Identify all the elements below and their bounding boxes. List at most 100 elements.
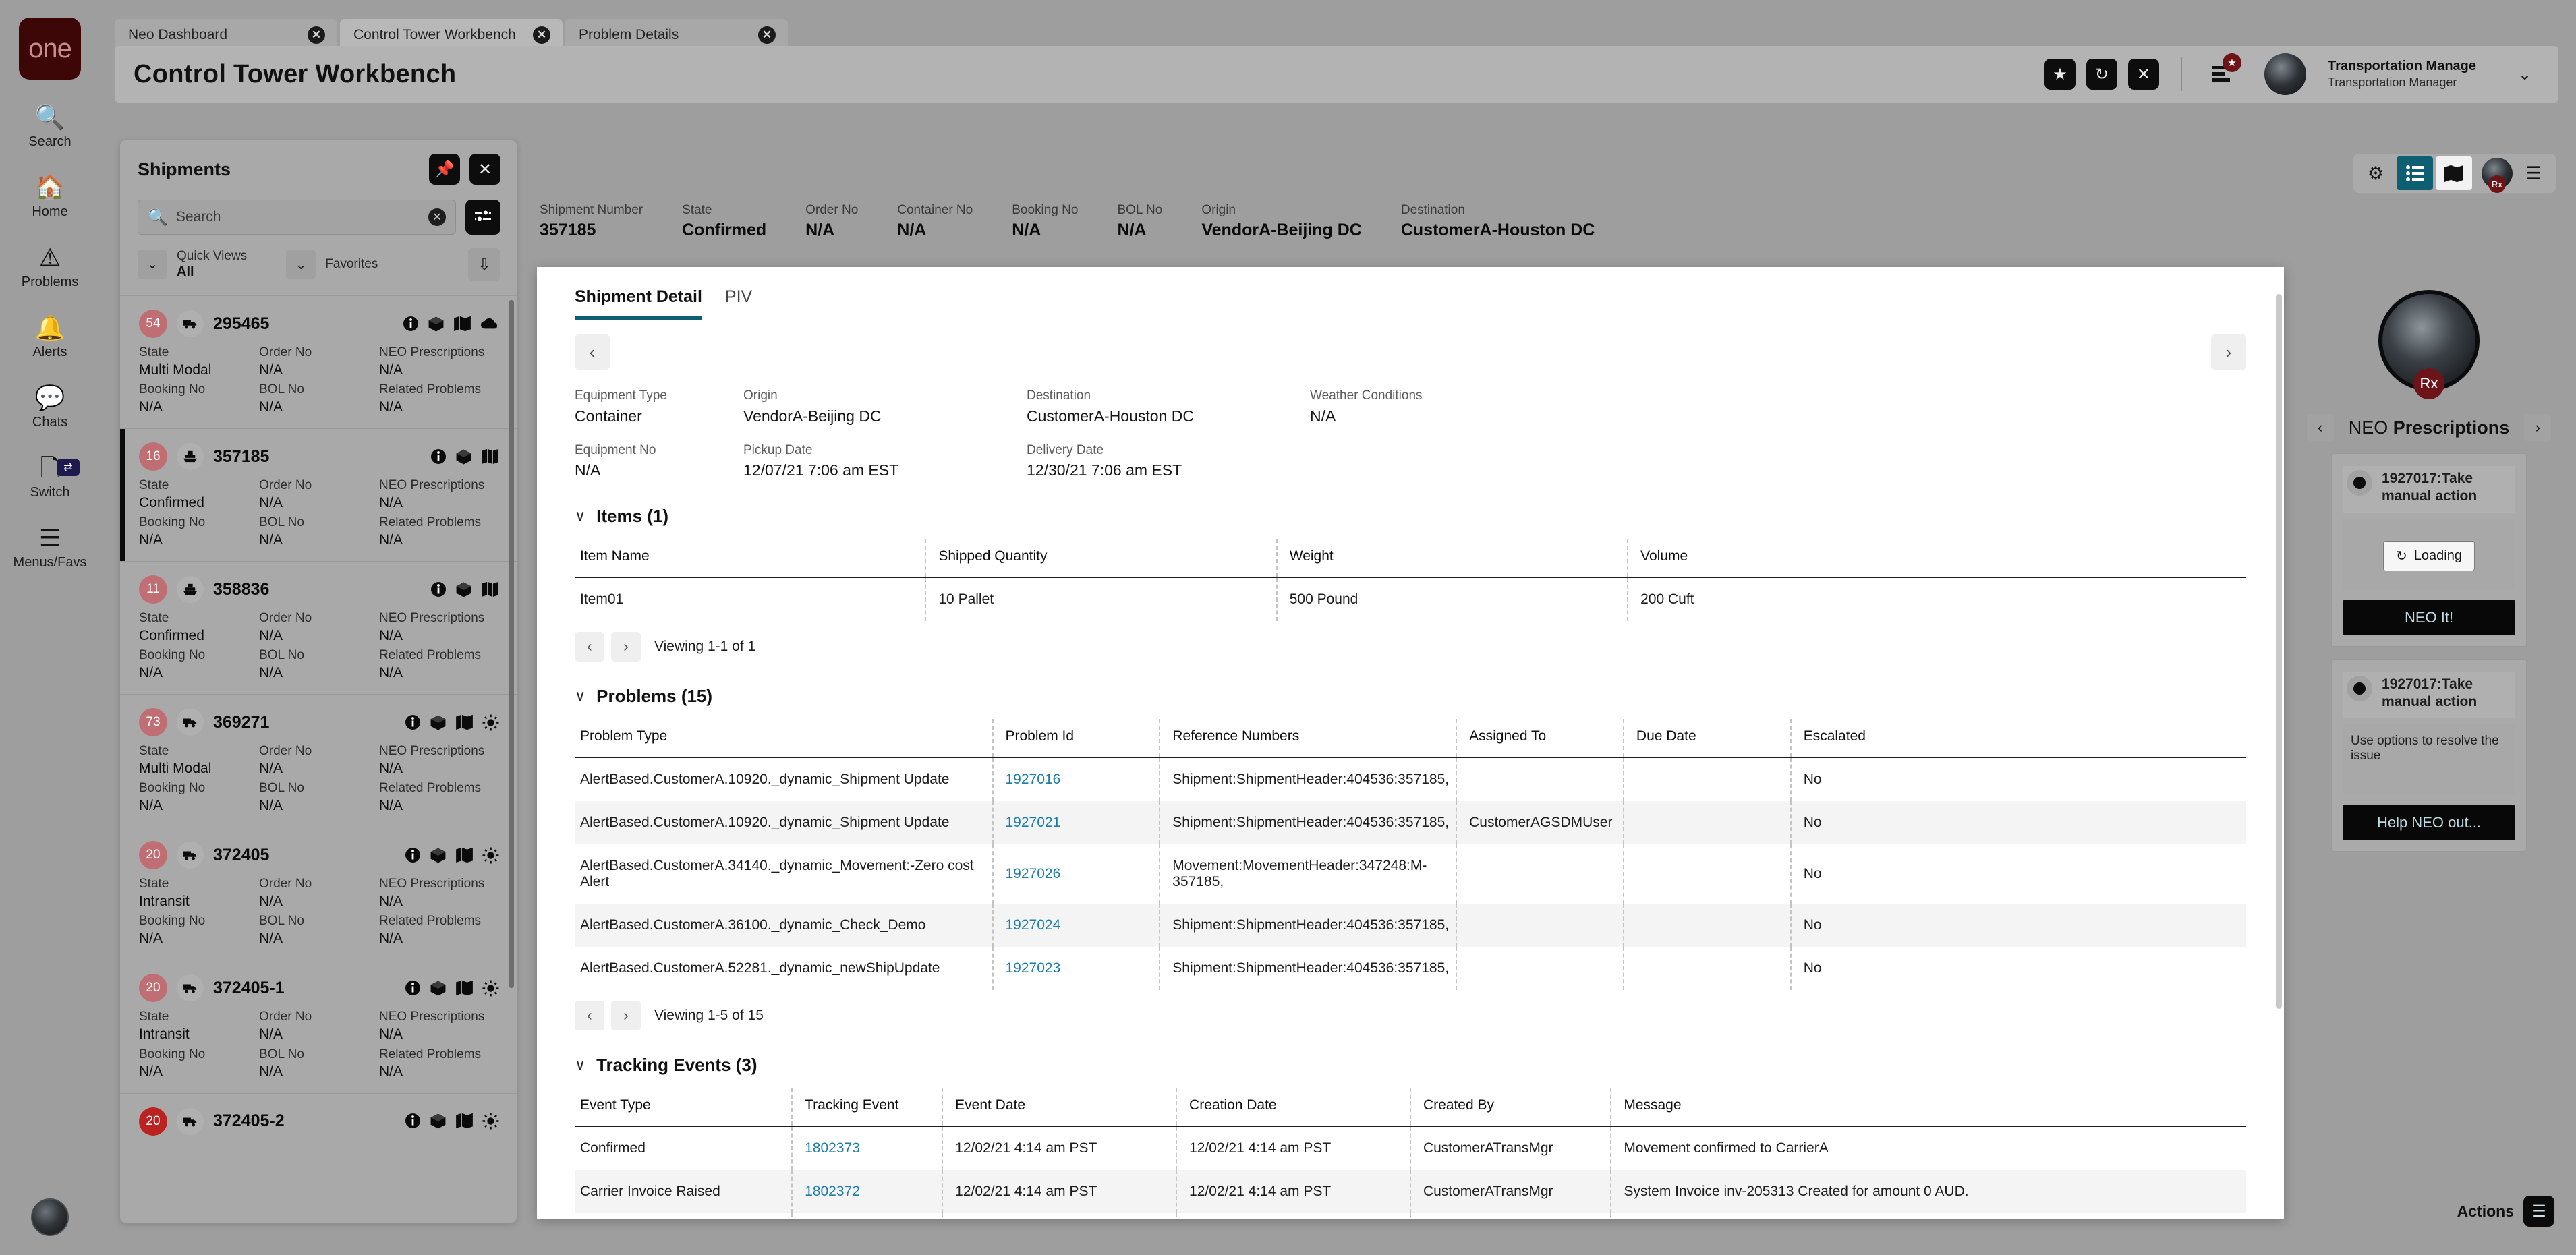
- table-row[interactable]: AlertBased.CustomerA.52281._dynamic_newS…: [575, 947, 2246, 990]
- close-icon[interactable]: ✕: [469, 154, 500, 185]
- neo-it-button[interactable]: NEO It!: [2343, 600, 2515, 635]
- neo-avatar-icon[interactable]: Rx: [2482, 158, 2513, 189]
- app-logo[interactable]: one: [19, 18, 81, 80]
- shipment-list-item[interactable]: 16 357185 State Confirmed Order No N/A N…: [120, 429, 517, 562]
- radio-icon[interactable]: [2347, 676, 2372, 701]
- list-view-button[interactable]: [2397, 156, 2433, 190]
- sun-icon[interactable]: [482, 847, 499, 864]
- map-icon[interactable]: [455, 980, 474, 997]
- box-icon[interactable]: [430, 847, 447, 864]
- chevron-down-icon[interactable]: ∨: [575, 687, 585, 705]
- record-link[interactable]: 1927026: [1006, 866, 1061, 881]
- items-section-header[interactable]: ∨ Items (1): [537, 481, 2284, 527]
- detail-scrollbar[interactable]: [2276, 294, 2282, 1009]
- refresh-button[interactable]: ↻: [2086, 59, 2117, 90]
- next-record-button[interactable]: ›: [2211, 334, 2246, 370]
- record-link[interactable]: 1927024: [1006, 917, 1061, 933]
- table-row[interactable]: AlertBased.CustomerA.36100._dynamic_Chec…: [575, 904, 2246, 947]
- shipment-list-item[interactable]: 20 372405-2 State Order No NEO Prescript…: [120, 1094, 517, 1148]
- sun-icon[interactable]: [482, 714, 499, 731]
- record-link[interactable]: 1927016: [1006, 771, 1061, 787]
- column-header[interactable]: Event Type: [575, 1088, 792, 1126]
- box-icon[interactable]: [455, 448, 472, 465]
- box-icon[interactable]: [430, 1113, 447, 1130]
- column-header[interactable]: Created By: [1410, 1088, 1611, 1126]
- box-icon[interactable]: [430, 714, 447, 731]
- box-icon[interactable]: [428, 316, 445, 332]
- rail-avatar[interactable]: [31, 1198, 69, 1236]
- neo-card[interactable]: 1927017:Take manual action ↻ Loading NEO…: [2331, 453, 2527, 647]
- column-header[interactable]: Reference Numbers: [1160, 719, 1456, 757]
- rail-item-alerts[interactable]: 🔔 Alerts: [0, 314, 100, 360]
- map-icon[interactable]: [455, 847, 474, 864]
- shipments-list[interactable]: 54 295465 State Multi Modal Order No N/A…: [120, 295, 517, 1223]
- prev-page-button[interactable]: ‹: [575, 1001, 604, 1030]
- column-header[interactable]: Problem Id: [993, 719, 1160, 757]
- table-row[interactable]: AlertBased.CustomerA.10920._dynamic_Ship…: [575, 757, 2246, 801]
- record-link[interactable]: 1802373: [805, 1140, 860, 1156]
- column-header[interactable]: Weight: [1277, 539, 1628, 577]
- actions-menu-button[interactable]: ☰: [2523, 1196, 2554, 1227]
- clear-search-icon[interactable]: ✕: [428, 208, 446, 226]
- column-header[interactable]: Problem Type: [575, 719, 993, 757]
- info-icon[interactable]: [405, 847, 421, 864]
- table-row[interactable]: Item0110 Pallet500 Pound200 Cuft: [575, 577, 2246, 621]
- tab-piv[interactable]: PIV: [725, 287, 752, 320]
- rail-item-switch[interactable]: 🗋 ⇄ Switch: [0, 455, 100, 500]
- map-icon[interactable]: [455, 714, 474, 731]
- shipment-list-item[interactable]: 73 369271 State Multi Modal Order No N/A…: [120, 695, 517, 827]
- chevron-down-icon[interactable]: ∨: [575, 1056, 585, 1074]
- shipment-list-item[interactable]: 11 358836 State Confirmed Order No N/A N…: [120, 562, 517, 695]
- box-icon[interactable]: [430, 980, 447, 997]
- column-header[interactable]: Tracking Event: [792, 1088, 942, 1126]
- table-row[interactable]: Confirmed180237312/02/21 4:14 am PST12/0…: [575, 1126, 2246, 1170]
- radio-icon[interactable]: [2347, 470, 2372, 496]
- map-icon[interactable]: [481, 448, 499, 465]
- record-link[interactable]: 1927023: [1006, 960, 1061, 976]
- shipment-list-item[interactable]: 54 295465 State Multi Modal Order No N/A…: [120, 296, 517, 429]
- map-icon[interactable]: [455, 1113, 474, 1130]
- column-header[interactable]: Message: [1611, 1088, 2246, 1126]
- rail-item-home[interactable]: 🏠 Home: [0, 174, 100, 220]
- sun-icon[interactable]: [482, 980, 499, 997]
- info-icon[interactable]: [403, 316, 419, 332]
- help-neo-out-button[interactable]: Help NEO out...: [2343, 805, 2515, 840]
- info-icon[interactable]: [430, 448, 447, 465]
- column-header[interactable]: Due Date: [1624, 719, 1791, 757]
- column-header[interactable]: Creation Date: [1176, 1088, 1410, 1126]
- avatar[interactable]: [2264, 53, 2306, 95]
- column-header[interactable]: Shipped Quantity: [925, 539, 1276, 577]
- column-header[interactable]: Item Name: [575, 539, 925, 577]
- close-icon[interactable]: ✕: [758, 26, 776, 44]
- column-header[interactable]: Event Date: [942, 1088, 1176, 1126]
- sort-button[interactable]: ⇩: [468, 248, 500, 281]
- neo-next-button[interactable]: ›: [2524, 414, 2551, 441]
- column-header[interactable]: Escalated: [1791, 719, 2246, 757]
- tab-shipment-detail[interactable]: Shipment Detail: [575, 287, 702, 320]
- favorites-dropdown[interactable]: ⌄ Favorites: [286, 250, 378, 279]
- info-icon[interactable]: [405, 1113, 421, 1130]
- close-button[interactable]: ✕: [2128, 59, 2159, 90]
- table-row[interactable]: AlertBased.CustomerA.34140._dynamic_Move…: [575, 844, 2246, 904]
- rail-item-problems[interactable]: ⚠ Problems: [0, 244, 100, 290]
- shipment-list-item[interactable]: 20 372405 State Intransit Order No N/A N…: [120, 827, 517, 960]
- header-menu-button[interactable]: ★: [2204, 57, 2239, 92]
- quick-views-dropdown[interactable]: ⌄ Quick Views All: [138, 249, 247, 281]
- tracking-section-header[interactable]: ∨ Tracking Events (3): [537, 1030, 2284, 1076]
- record-link[interactable]: 1927021: [1006, 815, 1061, 830]
- box-icon[interactable]: [455, 581, 472, 598]
- shipment-list-item[interactable]: 20 372405-1 State Intransit Order No N/A…: [120, 960, 517, 1093]
- next-page-button[interactable]: ›: [611, 1001, 641, 1030]
- table-row[interactable]: AlertBased.CustomerA.10920._dynamic_Ship…: [575, 801, 2246, 844]
- info-icon[interactable]: [405, 980, 421, 997]
- table-row[interactable]: Carrier Invoice Raised180237212/02/21 4:…: [575, 1170, 2246, 1213]
- pin-icon[interactable]: 📌: [429, 154, 460, 185]
- search-box[interactable]: 🔍 ✕: [138, 200, 456, 235]
- column-header[interactable]: Assigned To: [1456, 719, 1624, 757]
- table-row[interactable]: Create Shipment180236712/02/21 4:09 am P…: [575, 1213, 2246, 1219]
- info-icon[interactable]: [405, 714, 421, 731]
- neo-menu-button[interactable]: ☰: [2515, 156, 2552, 190]
- info-icon[interactable]: [430, 581, 447, 598]
- search-input[interactable]: [176, 209, 420, 225]
- favorite-button[interactable]: ★: [2044, 59, 2076, 90]
